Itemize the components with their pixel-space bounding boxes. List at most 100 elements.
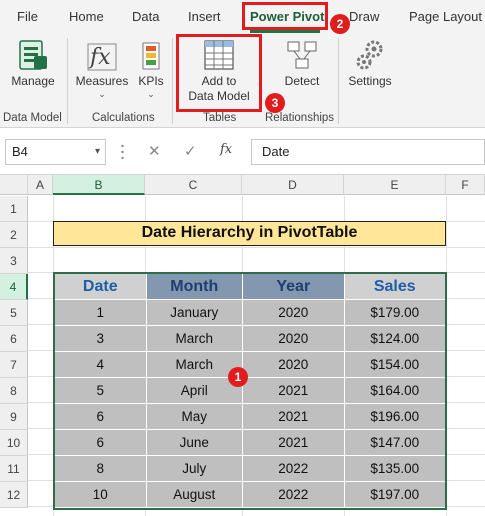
group-separator (172, 38, 173, 124)
cell-month[interactable]: January (146, 300, 244, 326)
cell-sales[interactable]: $196.00 (344, 404, 445, 430)
cell-sales[interactable]: $197.00 (344, 482, 445, 508)
drag-handle-icon[interactable] (121, 143, 124, 161)
group-separator (338, 38, 339, 124)
cell-year[interactable]: 2020 (243, 352, 345, 378)
cell-date[interactable]: 6 (55, 404, 147, 430)
row-header-3[interactable]: 3 (0, 248, 28, 274)
column-header-e[interactable]: E (344, 175, 446, 195)
header-cell-date[interactable]: Date (55, 274, 147, 300)
cell-sales[interactable]: $154.00 (344, 352, 445, 378)
group-label-tables: Tables (203, 112, 237, 124)
kpis-label: KPIs (138, 74, 164, 88)
name-box-value: B4 (12, 144, 28, 159)
cell-sales[interactable]: $124.00 (344, 326, 445, 352)
kpis-button[interactable]: KPIs ⌄ (134, 38, 168, 99)
group-separator (67, 38, 68, 124)
tab-data[interactable]: Data (132, 9, 159, 24)
excel-window: File Home Data Insert Power Pivot Draw P… (0, 0, 485, 516)
table-header-row: Date Month Year Sales (55, 274, 445, 300)
header-cell-year[interactable]: Year (243, 274, 345, 300)
table-row: 1 January 2020 $179.00 (55, 300, 445, 326)
cell-sales[interactable]: $164.00 (344, 378, 445, 404)
cell-year[interactable]: 2021 (243, 378, 345, 404)
cell-month[interactable]: May (146, 404, 244, 430)
svg-text:fx: fx (88, 45, 111, 70)
add-label-line2: Data Model (188, 89, 250, 103)
table-row: 6 June 2021 $147.00 (55, 430, 445, 456)
name-box[interactable]: B4 ▾ (5, 139, 106, 165)
tab-home[interactable]: Home (69, 9, 104, 24)
row-header-5[interactable]: 5 (0, 300, 28, 326)
table-row: 3 March 2020 $124.00 (55, 326, 445, 352)
row-header-7[interactable]: 7 (0, 352, 28, 378)
relationships-icon (287, 41, 317, 69)
settings-button[interactable]: Settings (344, 38, 396, 89)
sheet-title-cell[interactable]: Date Hierarchy in PivotTable (53, 221, 446, 246)
tab-insert[interactable]: Insert (188, 9, 221, 24)
cell-year[interactable]: 2021 (243, 404, 345, 430)
formula-input[interactable]: Date (251, 139, 485, 165)
table-row: 4 March 2020 $154.00 (55, 352, 445, 378)
cell-sales[interactable]: $147.00 (344, 430, 445, 456)
cell-date[interactable]: 10 (55, 482, 147, 508)
measures-button[interactable]: fx Measures ⌄ (74, 38, 130, 99)
select-all-corner[interactable] (0, 175, 28, 195)
cell-date[interactable]: 1 (55, 300, 147, 326)
chevron-down-icon: ⌄ (98, 89, 106, 99)
row-header-9[interactable]: 9 (0, 404, 28, 430)
column-header-a[interactable]: A (28, 175, 53, 195)
cell-date[interactable]: 4 (55, 352, 147, 378)
table-row: 8 July 2022 $135.00 (55, 456, 445, 482)
cell-date[interactable]: 8 (55, 456, 147, 482)
cell-month[interactable]: July (146, 456, 244, 482)
chevron-down-icon[interactable]: ▾ (95, 140, 100, 164)
row-header-1[interactable]: 1 (0, 196, 28, 222)
cell-year[interactable]: 2020 (243, 300, 345, 326)
ribbon-tab-bar: File Home Data Insert Power Pivot Draw P… (0, 0, 485, 34)
row-header-2[interactable]: 2 (0, 222, 28, 248)
cancel-icon[interactable]: ✕ (148, 142, 161, 160)
detect-button[interactable]: Detect (280, 38, 324, 89)
row-header-10[interactable]: 10 (0, 430, 28, 456)
ribbon: Manage fx Measures ⌄ KPIs ⌄ Add to Data … (0, 34, 485, 128)
row-header-8[interactable]: 8 (0, 378, 28, 404)
tab-draw[interactable]: Draw (349, 9, 379, 24)
cell-sales[interactable]: $135.00 (344, 456, 445, 482)
tab-page-layout[interactable]: Page Layout (409, 9, 482, 24)
column-header-f[interactable]: F (446, 175, 485, 195)
cell-month[interactable]: March (146, 326, 244, 352)
data-table: Date Month Year Sales 1 January 2020 $17… (53, 272, 447, 510)
cell-date[interactable]: 6 (55, 430, 147, 456)
header-cell-month[interactable]: Month (146, 274, 244, 300)
column-header-c[interactable]: C (145, 175, 242, 195)
enter-check-icon[interactable]: ✓ (184, 142, 197, 160)
cell-month[interactable]: June (146, 430, 244, 456)
cell-year[interactable]: 2022 (243, 456, 345, 482)
formula-bar-icons: ✕ ✓ fx (138, 139, 246, 165)
cell-date[interactable]: 3 (55, 326, 147, 352)
tab-file[interactable]: File (17, 9, 38, 24)
column-header-b[interactable]: B (53, 175, 145, 195)
manage-label: Manage (11, 74, 55, 88)
table-row: 10 August 2022 $197.00 (55, 482, 445, 508)
add-to-data-model-button[interactable]: Add to Data Model (180, 38, 258, 104)
header-cell-sales[interactable]: Sales (344, 274, 445, 300)
manage-button[interactable]: Manage (6, 38, 60, 89)
cell-date[interactable]: 5 (55, 378, 147, 404)
column-header-d[interactable]: D (242, 175, 344, 195)
group-label-calculations: Calculations (92, 112, 155, 124)
cell-year[interactable]: 2020 (243, 326, 345, 352)
formula-bar: B4 ▾ ✕ ✓ fx Date (0, 129, 485, 175)
row-header-4[interactable]: 4 (0, 274, 28, 300)
settings-label: Settings (348, 74, 392, 88)
group-label-relationships: Relationships (265, 112, 335, 124)
row-header-6[interactable]: 6 (0, 326, 28, 352)
cell-year[interactable]: 2022 (243, 482, 345, 508)
row-header-12[interactable]: 12 (0, 482, 28, 508)
insert-function-icon[interactable]: fx (220, 142, 232, 157)
cell-sales[interactable]: $179.00 (344, 300, 445, 326)
cell-year[interactable]: 2021 (243, 430, 345, 456)
row-header-11[interactable]: 11 (0, 456, 28, 482)
cell-month[interactable]: August (146, 482, 244, 508)
